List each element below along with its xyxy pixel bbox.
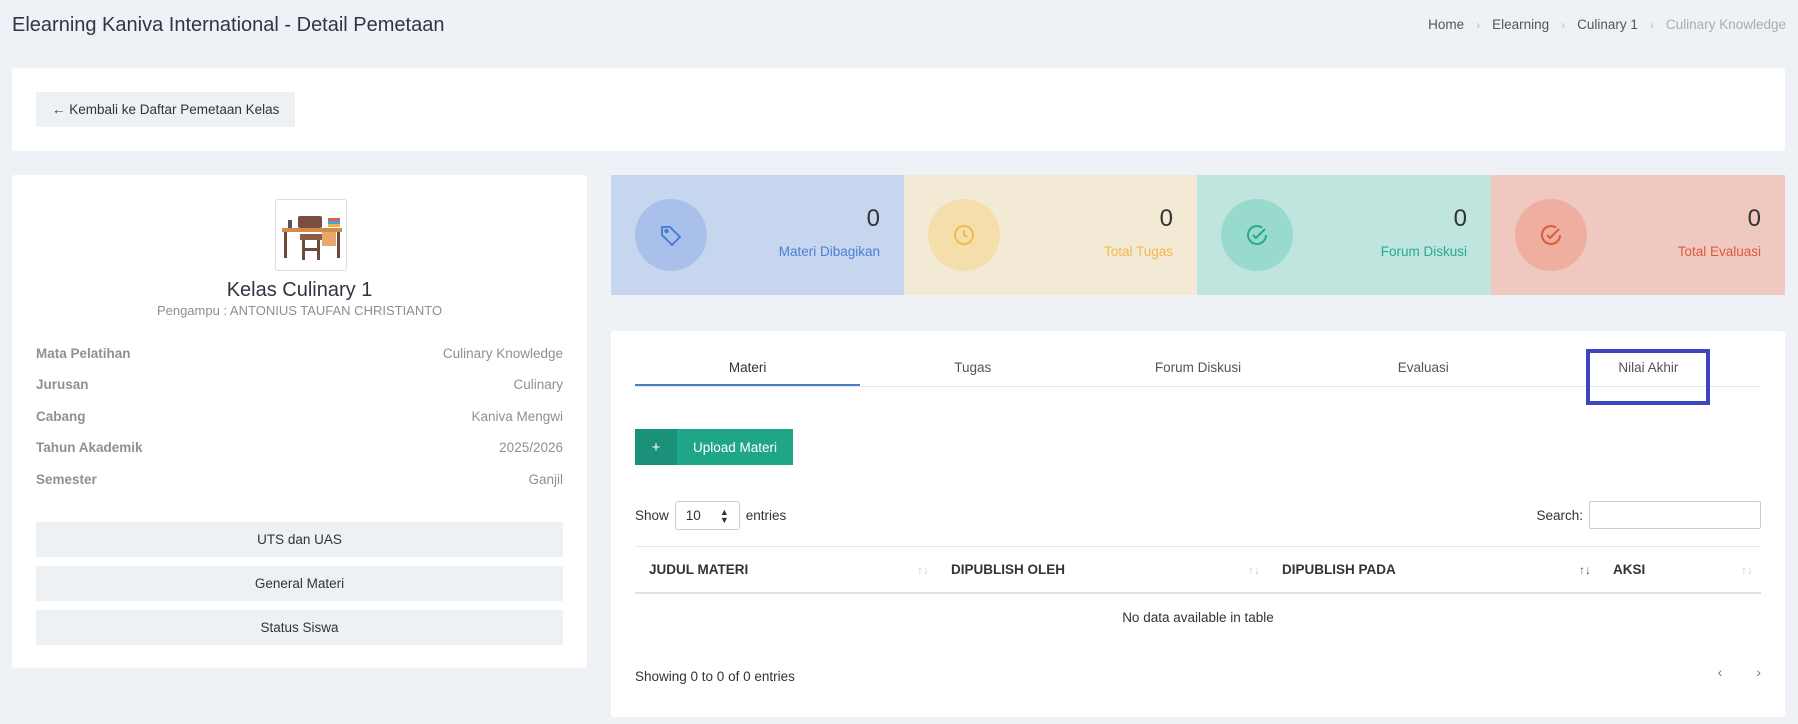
check-circle-icon [1221,199,1293,271]
materials-table: JUDUL MATERI ↑↓ DIPUBLISH OLEH ↑↓ DIPUBL… [635,546,1761,642]
previous-page-button[interactable]: ‹ [1718,664,1723,680]
column-header-dipublish-oleh[interactable]: DIPUBLISH OLEH ↑↓ [937,547,1268,592]
column-label: DIPUBLISH PADA [1282,562,1396,577]
page-length-control: Show 10 ▲ ▼ entries [635,501,786,530]
sort-descending-icon: ↑↓ [1579,562,1591,577]
breadcrumb-elearning[interactable]: Elearning [1492,17,1549,32]
tab-materi[interactable]: Materi [635,349,861,386]
entries-label: entries [745,508,787,523]
upload-label: Upload Materi [693,439,778,455]
table-header: JUDUL MATERI ↑↓ DIPUBLISH OLEH ↑↓ DIPUBL… [635,546,1761,594]
info-row-semester: Semester Ganjil [36,472,563,487]
search-input[interactable] [1589,501,1761,529]
upload-materi-button[interactable]: + Upload Materi [635,429,794,465]
info-value: Kaniva Mengwi [471,409,563,424]
check-circle-icon [1515,199,1587,271]
info-row-tahun-akademik: Tahun Akademik 2025/2026 [36,440,563,455]
info-value: Culinary [513,377,563,392]
table-search: Search: [1536,501,1761,529]
info-label: Tahun Akademik [36,440,143,455]
info-label: Mata Pelatihan [36,346,131,361]
show-label: Show [635,508,669,523]
chevron-right-icon: › [1561,17,1566,32]
column-header-judul-materi[interactable]: JUDUL MATERI ↑↓ [635,547,937,592]
select-arrows-icon: ▲ ▼ [719,506,729,525]
breadcrumb: Home › Elearning › Culinary 1 › Culinary… [1428,17,1786,32]
uts-uas-button[interactable]: UTS dan UAS [36,522,563,557]
sort-icon: ↑↓ [1248,562,1260,577]
stat-total-tugas: 0 Total Tugas [904,175,1197,295]
info-value: Ganjil [528,472,563,487]
sort-icon: ↑↓ [1741,562,1753,577]
tab-tugas[interactable]: Tugas [860,349,1085,386]
info-value: Culinary Knowledge [442,346,563,361]
sort-icon: ↑↓ [917,562,929,577]
page-title: Elearning Kaniva International - Detail … [12,14,445,36]
column-header-dipublish-pada[interactable]: DIPUBLISH PADA ↑↓ [1268,547,1599,592]
page-length-value: 10 [685,508,701,523]
stat-forum-diskusi: 0 Forum Diskusi [1197,175,1491,295]
chevron-right-icon: › [1476,17,1481,32]
tag-icon [635,199,707,271]
stat-value: 0 [866,205,880,232]
breadcrumb-home[interactable]: Home [1428,17,1464,32]
info-label: Semester [36,472,97,487]
info-label: Cabang [36,409,86,424]
breadcrumb-current: Culinary Knowledge [1665,17,1786,32]
page-length-select[interactable]: 10 ▲ ▼ [674,501,740,530]
tab-highlight-box [1586,349,1710,405]
stat-value: 0 [1747,205,1761,232]
pagination: ‹ › [1718,664,1761,680]
info-row-cabang: Cabang Kaniva Mengwi [36,409,563,424]
class-profile-card: Kelas Culinary 1 Pengampu : ANTONIUS TAU… [12,175,587,668]
info-row-jurusan: Jurusan Culinary [36,377,563,392]
stat-total-evaluasi: 0 Total Evaluasi [1491,175,1785,295]
back-to-mapping-list-button[interactable]: ← Kembali ke Daftar Pemetaan Kelas [36,92,296,127]
stat-value: 0 [1159,205,1173,232]
tab-forum-diskusi[interactable]: Forum Diskusi [1085,349,1310,386]
stat-label: Materi Dibagikan [778,244,880,259]
teacher-name: Pengampu : ANTONIUS TAUFAN CHRISTIANTO [156,303,443,318]
breadcrumb-class[interactable]: Culinary 1 [1577,17,1638,32]
stat-value: 0 [1453,205,1467,232]
empty-table-message: No data available in table [1122,610,1274,625]
stat-label: Total Evaluasi [1677,244,1761,259]
column-header-aksi[interactable]: AKSI ↑↓ [1599,547,1761,592]
stat-materi-dibagikan: 0 Materi Dibagikan [611,175,904,295]
chevron-right-icon: › [1649,17,1654,32]
info-row-mata-pelatihan: Mata Pelatihan Culinary Knowledge [36,346,563,361]
column-label: DIPUBLISH OLEH [951,562,1066,577]
plus-icon: + [635,429,677,465]
general-materi-button[interactable]: General Materi [36,566,563,601]
tab-evaluasi[interactable]: Evaluasi [1311,349,1536,386]
column-label: AKSI [1613,562,1646,577]
stat-label: Total Tugas [1103,244,1173,259]
status-siswa-button[interactable]: Status Siswa [36,610,563,645]
stat-label: Forum Diskusi [1380,244,1467,259]
info-value: 2025/2026 [499,440,563,455]
back-card: ← Kembali ke Daftar Pemetaan Kelas [12,68,1785,151]
back-button-label: ← Kembali ke Daftar Pemetaan Kelas [52,102,280,117]
table-info: Showing 0 to 0 of 0 entries [635,669,795,684]
search-label: Search: [1536,507,1583,523]
top-bar: Elearning Kaniva International - Detail … [0,0,1798,52]
next-page-button[interactable]: › [1756,664,1761,680]
column-label: JUDUL MATERI [649,562,749,577]
clock-icon [928,199,1000,271]
info-label: Jurusan [36,377,89,392]
class-name: Kelas Culinary 1 [226,279,373,301]
classroom-desk-image [275,199,347,271]
materials-card: Materi Tugas Forum Diskusi Evaluasi Nila… [611,331,1785,717]
